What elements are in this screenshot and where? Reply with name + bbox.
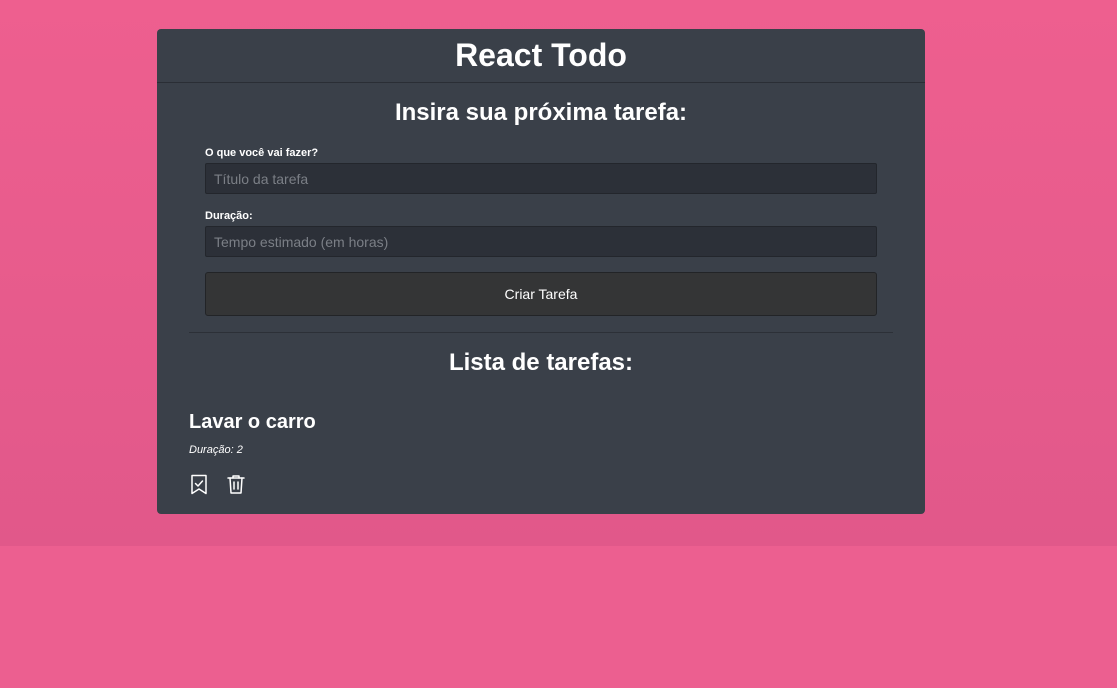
app-header: React Todo: [157, 29, 925, 83]
duration-label: Duração:: [205, 210, 253, 222]
task-actions: [189, 473, 246, 495]
duration-input[interactable]: [205, 226, 877, 257]
task-title: Lavar o carro: [189, 411, 316, 433]
section-divider: [189, 332, 893, 333]
task-duration: Duração: 2: [189, 444, 243, 456]
todo-app-card: React Todo Insira sua próxima tarefa: O …: [157, 29, 925, 514]
bookmark-check-icon[interactable]: [189, 473, 209, 495]
page-background-footer: [0, 546, 1117, 688]
form-heading: Insira sua próxima tarefa:: [394, 99, 688, 126]
trash-icon[interactable]: [226, 473, 246, 495]
app-title: React Todo: [455, 37, 627, 73]
task-list-heading: Lista de tarefas:: [448, 349, 634, 376]
task-item: Lavar o carro Duração: 2: [189, 409, 889, 494]
task-title-input[interactable]: [205, 163, 877, 194]
task-title-label: O que você vai fazer?: [205, 147, 319, 159]
create-task-button[interactable]: Criar Tarefa: [205, 272, 877, 316]
